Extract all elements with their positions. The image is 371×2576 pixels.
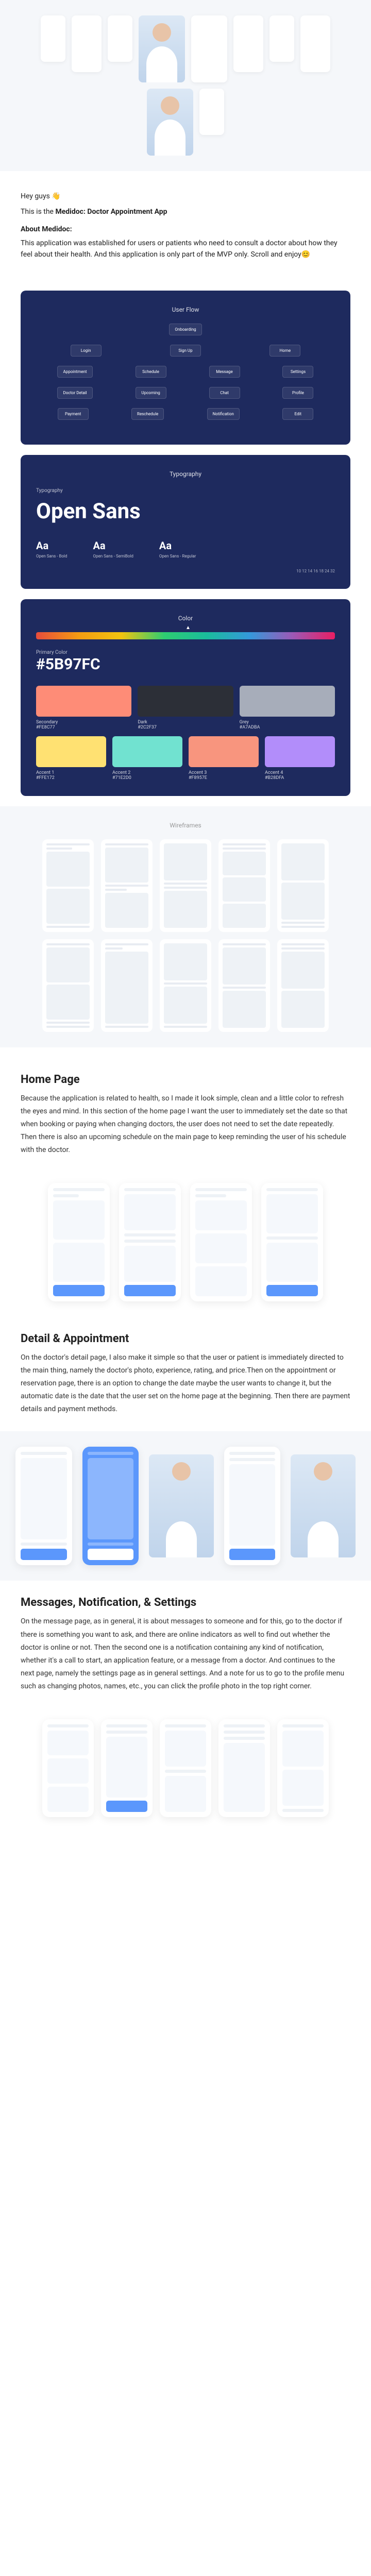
wireframe-thumb	[42, 839, 94, 932]
mockup-thumb	[108, 15, 132, 62]
flow-node: Notification	[207, 408, 240, 420]
weight-sample: AaOpen Sans - SemiBold	[93, 539, 133, 558]
screen-mock	[42, 1719, 94, 1817]
flow-node: Home	[269, 345, 300, 357]
mockup-thumb	[269, 15, 294, 62]
messages-section: Messages, Notification, & Settings On th…	[0, 1581, 371, 1708]
flow-node: Upcoming	[136, 387, 166, 399]
mockup-thumb	[233, 15, 263, 72]
color-panel: Color Primary Color #5B97FC Secondary#FE…	[21, 599, 350, 796]
messages-heading: Messages, Notification, & Settings	[21, 1596, 350, 1609]
screen-mock	[277, 1719, 329, 1817]
flow-node: Chat	[209, 387, 240, 399]
mockup-thumb	[191, 15, 227, 82]
flow-node: Doctor Detail	[57, 387, 92, 399]
flow-node: Reschedule	[131, 408, 164, 420]
panel-title: Color	[36, 615, 335, 622]
screen-mock	[160, 1719, 211, 1817]
screen-mock	[48, 1183, 110, 1301]
typography-label: Typography	[36, 488, 335, 494]
doctor-photo	[139, 15, 185, 82]
flow-node: Payment	[58, 408, 89, 420]
color-swatch: Dark#2C2F37	[138, 686, 233, 730]
screen-mock	[261, 1183, 323, 1301]
detail-hero	[0, 1431, 371, 1581]
flow-node: Appointment	[57, 366, 92, 378]
doctor-photo-large	[291, 1454, 356, 1557]
screen-mock	[15, 1447, 72, 1565]
home-body: Because the application is related to he…	[21, 1092, 350, 1157]
color-swatch: Accent 2#71E2D0	[112, 736, 182, 781]
wireframe-thumb	[160, 839, 211, 932]
home-heading: Home Page	[21, 1073, 350, 1086]
spectrum-bar	[36, 632, 335, 639]
weight-sample: AaOpen Sans - Regular	[159, 539, 196, 558]
wireframe-thumb	[277, 939, 329, 1032]
flow-node: Sign Up	[170, 345, 201, 357]
wireframe-thumb	[160, 939, 211, 1032]
primary-color-label: Primary Color	[36, 650, 335, 655]
doctor-photo	[147, 89, 193, 156]
intro-section: Hey guys 👋 This is the This is the Medid…	[0, 171, 371, 280]
doctor-photo-large	[149, 1454, 214, 1557]
detail-body: On the doctor's detail page, I also make…	[21, 1351, 350, 1416]
greeting-text: Hey guys 👋	[21, 191, 350, 202]
weight-sample: AaOpen Sans - Bold	[36, 539, 67, 558]
flow-node: Onboarding	[169, 324, 201, 335]
tagline-text: This is the This is the Medidoc: Doctor …	[21, 206, 350, 217]
detail-heading: Detail & Appointment	[21, 1332, 350, 1345]
wireframe-thumb	[101, 839, 153, 932]
screen-mock	[190, 1183, 252, 1301]
panel-title: User Flow	[36, 306, 335, 313]
flow-node: Profile	[282, 387, 313, 399]
flow-node: Schedule	[136, 366, 166, 378]
flow-node: Edit	[282, 408, 313, 420]
screen-mock	[119, 1183, 181, 1301]
flow-node: Settings	[282, 366, 313, 378]
flow-node: Message	[209, 366, 240, 378]
primary-color-hex: #5B97FC	[36, 655, 335, 673]
wireframe-thumb	[218, 939, 270, 1032]
hero-collage	[0, 0, 371, 171]
home-screens	[0, 1173, 371, 1317]
messages-body: On the message page, as in general, it i…	[21, 1615, 350, 1693]
wireframe-thumb	[42, 939, 94, 1032]
color-swatch: Accent 4#B28DFA	[265, 736, 335, 781]
type-scale: 10 12 14 16 18 24 32	[36, 569, 335, 573]
about-heading: About Medidoc:	[21, 225, 350, 233]
mockup-thumb	[41, 15, 65, 62]
mockup-thumb	[199, 89, 224, 135]
color-swatch: Grey#A7ADBA	[240, 686, 335, 730]
home-section: Home Page Because the application is rel…	[0, 1058, 371, 1173]
mockup-thumb	[72, 15, 102, 72]
wireframe-thumb	[101, 939, 153, 1032]
detail-section: Detail & Appointment On the doctor's det…	[0, 1317, 371, 1432]
screen-mock	[224, 1447, 281, 1565]
panel-title: Wireframes	[15, 822, 356, 829]
color-swatch: Accent 3#F8957E	[189, 736, 259, 781]
mockup-thumb	[300, 15, 330, 72]
flow-node: Login	[71, 345, 102, 357]
panel-title: Typography	[36, 470, 335, 478]
screen-mock-accent	[82, 1447, 139, 1565]
wireframe-thumb	[218, 839, 270, 932]
footer-screens	[0, 1709, 371, 1827]
wireframe-thumb	[277, 839, 329, 932]
typography-family: Open Sans	[36, 499, 335, 524]
userflow-panel: User Flow Onboarding Login Sign Up Home Appo…	[21, 291, 350, 445]
screen-mock	[101, 1719, 153, 1817]
color-swatch: Secondary#FE8C77	[36, 686, 131, 730]
color-swatch: Accent 1#FFE172	[36, 736, 106, 781]
typography-panel: Typography Typography Open Sans AaOpen S…	[21, 455, 350, 589]
wireframes-section: Wireframes	[0, 806, 371, 1047]
screen-mock	[218, 1719, 270, 1817]
about-body: This application was established for use…	[21, 238, 350, 261]
